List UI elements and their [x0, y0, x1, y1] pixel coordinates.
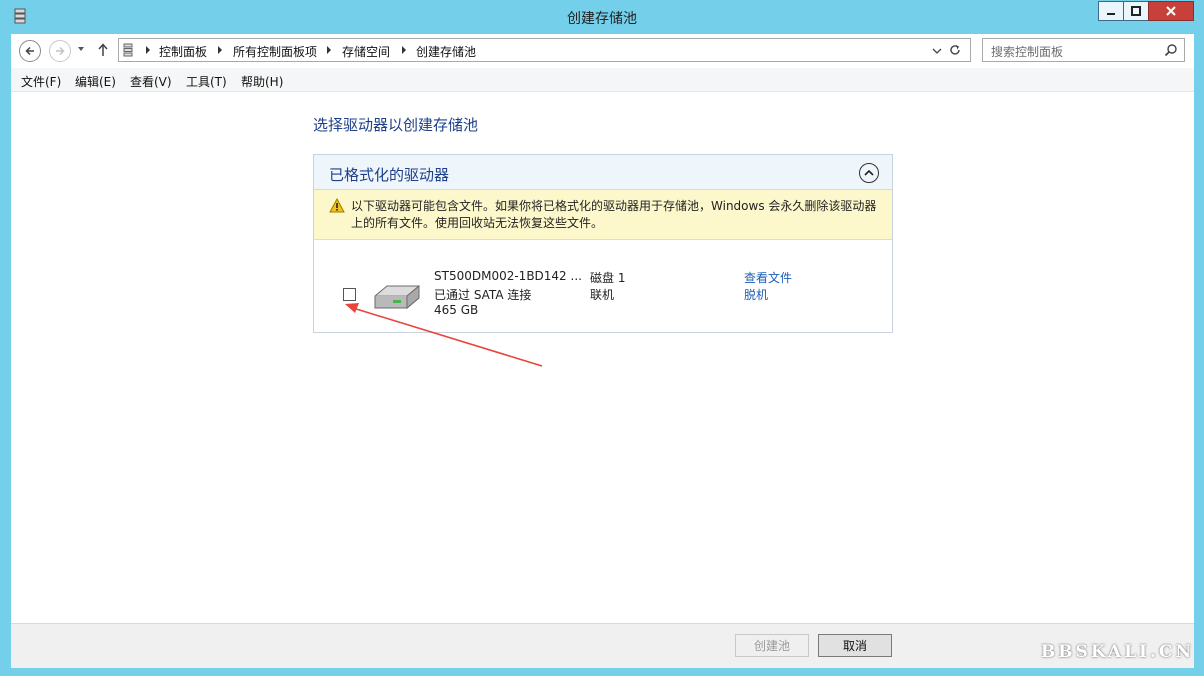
drive-status: 联机: [590, 288, 615, 302]
chevron-up-icon: [864, 169, 874, 176]
back-button[interactable]: [19, 40, 41, 62]
breadcrumb-separator-icon[interactable]: [401, 46, 407, 54]
footer-bar: 创建池 取消: [11, 623, 1194, 668]
breadcrumb-storage-spaces[interactable]: 存储空间: [342, 43, 390, 60]
group-title: 已格式化的驱动器: [329, 166, 450, 184]
drive-select-checkbox[interactable]: [343, 288, 356, 301]
menu-file[interactable]: 文件(F): [21, 73, 61, 90]
search-box[interactable]: 搜索控制面板: [982, 38, 1185, 62]
watermark: BBSKALI.CN: [1040, 642, 1194, 662]
breadcrumb-separator-icon[interactable]: [217, 46, 223, 54]
main-content: 选择驱动器以创建存储池 已格式化的驱动器 以下驱动器可能包含文件。如果你将已格式…: [11, 92, 1194, 623]
offline-link[interactable]: 脱机: [744, 286, 768, 303]
forward-button[interactable]: [49, 40, 71, 62]
group-header[interactable]: 已格式化的驱动器: [314, 155, 892, 190]
warning-banner: 以下驱动器可能包含文件。如果你将已格式化的驱动器用于存储池，Windows 会永…: [314, 190, 892, 240]
navigation-bar: 控制面板 所有控制面板项 存储空间 创建存储池 搜索控制面板: [11, 34, 1194, 68]
storage-location-icon: [123, 43, 133, 57]
refresh-icon[interactable]: [948, 43, 962, 57]
menu-help[interactable]: 帮助(H): [241, 73, 283, 90]
maximize-button[interactable]: [1123, 1, 1149, 21]
warning-text: 以下驱动器可能包含文件。如果你将已格式化的驱动器用于存储池，Windows 会永…: [351, 198, 886, 232]
chevron-down-icon[interactable]: [932, 47, 942, 55]
cancel-button[interactable]: 取消: [818, 634, 892, 657]
search-placeholder: 搜索控制面板: [991, 45, 1064, 59]
client-area: 控制面板 所有控制面板项 存储空间 创建存储池 搜索控制面板 文件(F) 编辑(…: [11, 34, 1194, 668]
close-icon: [1166, 6, 1176, 16]
warning-icon: [329, 198, 345, 213]
breadcrumb-create-pool[interactable]: 创建存储池: [416, 43, 476, 60]
address-bar[interactable]: 控制面板 所有控制面板项 存储空间 创建存储池: [118, 38, 971, 62]
forward-arrow-icon: [56, 46, 65, 56]
window-title: 创建存储池: [567, 11, 637, 27]
menu-view[interactable]: 查看(V): [130, 73, 172, 90]
create-pool-button[interactable]: 创建池: [735, 634, 809, 657]
title-bar[interactable]: 创建存储池: [0, 0, 1204, 34]
recent-locations-dropdown-icon[interactable]: [77, 46, 85, 52]
formatted-drives-group: 已格式化的驱动器 以下驱动器可能包含文件。如果你将已格式化的驱动器用于存储池，W…: [313, 154, 893, 333]
drive-name: ST500DM002-1BD142 ...: [434, 269, 582, 283]
view-files-link[interactable]: 查看文件: [744, 269, 792, 286]
close-button[interactable]: [1148, 1, 1194, 21]
breadcrumb-control-panel[interactable]: 控制面板: [159, 43, 207, 60]
collapse-group-button[interactable]: [859, 163, 879, 183]
breadcrumb-separator-icon[interactable]: [145, 46, 151, 54]
page-heading: 选择驱动器以创建存储池: [313, 116, 479, 134]
warning-line: 以下驱动器可能包含文件。如果你将已格式化的驱动器用于存储池，Windows 会永…: [351, 199, 877, 213]
hard-drive-icon: [374, 284, 420, 310]
search-icon[interactable]: [1164, 43, 1178, 57]
drive-disk-number: 磁盘 1: [590, 271, 626, 285]
drive-connection: 已通过 SATA 连接: [434, 288, 532, 302]
breadcrumb-all-items[interactable]: 所有控制面板项: [233, 43, 317, 60]
menu-tools[interactable]: 工具(T): [186, 73, 227, 90]
maximize-icon: [1131, 6, 1141, 16]
menu-edit[interactable]: 编辑(E): [75, 73, 116, 90]
drive-row: ST500DM002-1BD142 ... 已通过 SATA 连接 465 GB…: [314, 240, 892, 332]
up-arrow-icon[interactable]: [97, 43, 109, 57]
minimize-icon: [1107, 13, 1115, 15]
back-arrow-icon: [25, 46, 34, 56]
minimize-button[interactable]: [1098, 1, 1124, 21]
warning-line: 上的所有文件。使用回收站无法恢复这些文件。: [351, 216, 604, 230]
drive-size: 465 GB: [434, 303, 479, 317]
window: 创建存储池 控制面板 所有控制面板项 存储空间 创建存储池 搜索控制面板 文件(…: [0, 0, 1204, 676]
menu-bar: 文件(F) 编辑(E) 查看(V) 工具(T) 帮助(H): [11, 68, 1194, 92]
breadcrumb-separator-icon[interactable]: [326, 46, 332, 54]
